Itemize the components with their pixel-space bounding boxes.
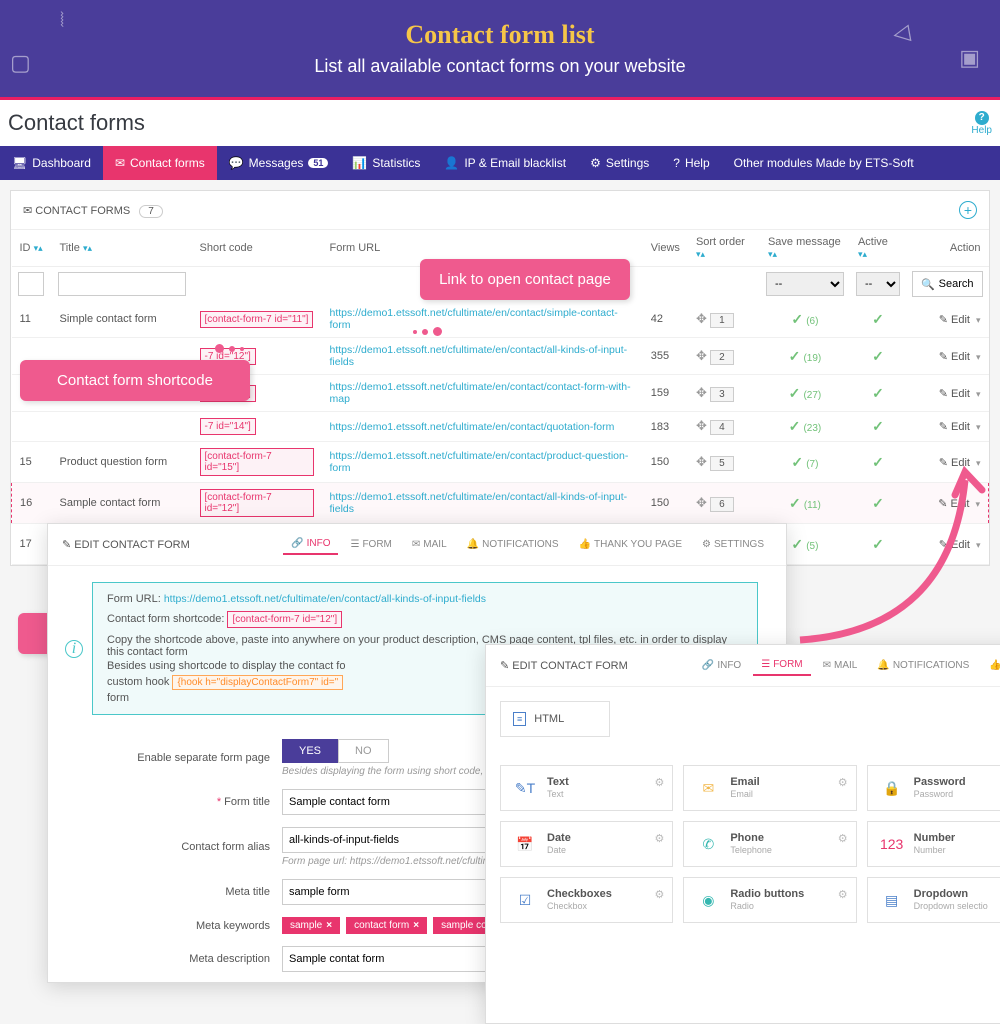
panel-header: ✉ CONTACT FORMS 7 + (11, 191, 989, 230)
subtab-info[interactable]: 🔗 INFO (283, 534, 338, 555)
banner-title: Contact form list (405, 20, 594, 50)
widget-radio-buttons[interactable]: ◉ Radio buttonsRadio ⚙ (683, 877, 856, 923)
gear-icon[interactable]: ⚙ (838, 888, 848, 901)
table-row[interactable]: 15 Product question form [contact-form-7… (12, 442, 989, 483)
info-icon: i (65, 640, 83, 658)
tab-statistics[interactable]: 📊Statistics (340, 146, 432, 180)
edit-button[interactable]: ✎ Edit (939, 388, 970, 400)
gear-icon[interactable]: ⚙ (654, 888, 664, 901)
messages-count: 51 (308, 158, 328, 168)
meta-title-input[interactable] (282, 879, 512, 905)
html-icon: ≡ (513, 712, 526, 726)
html-widget[interactable]: ≡ HTML (500, 701, 610, 737)
tab-settings[interactable]: ⚙Settings (578, 146, 661, 180)
filter-active[interactable]: -- (856, 272, 900, 296)
tab-other[interactable]: Other modules Made by ETS-Soft (722, 146, 926, 180)
pencil-icon: ✎ (62, 539, 71, 551)
widget-checkboxes[interactable]: ☑ CheckboxesCheckbox ⚙ (500, 877, 673, 923)
form-builder-panel: ✎ EDIT CONTACT FORM 🔗 INFO ☰ FORM ✉ MAIL… (485, 644, 1000, 1024)
filter-id[interactable] (18, 272, 44, 296)
subtab-thankyou[interactable]: 👍 THAN (981, 655, 1000, 676)
search-button[interactable]: 🔍 Search (912, 271, 983, 297)
deco-icon: ⦚ (60, 10, 64, 33)
chat-icon: 💬 (229, 156, 244, 170)
page-header: Contact forms ? Help (0, 100, 1000, 146)
monitor-icon: 🖥 (12, 156, 27, 170)
chart-icon: 📊 (352, 156, 367, 170)
form-alias-input[interactable] (282, 827, 512, 853)
subtab-notifications[interactable]: 🔔 NOTIFICATIONS (869, 655, 977, 676)
widget-email[interactable]: ✉ EmailEmail ⚙ (683, 765, 856, 811)
pencil-icon: ✎ (500, 660, 509, 672)
subtab-thankyou[interactable]: 👍 THANK YOU PAGE (571, 534, 690, 555)
table-row[interactable]: -7 id="14"] https://demo1.etssoft.net/cf… (12, 412, 989, 442)
subtab-mail[interactable]: ✉ MAIL (815, 655, 866, 676)
form-title-input[interactable] (282, 789, 512, 815)
mail-icon: ✉ (115, 156, 125, 170)
edit-button[interactable]: ✎ Edit (939, 314, 970, 326)
deco-icon: ▢ (10, 50, 31, 76)
tab-contact-forms[interactable]: ✉Contact forms (103, 146, 217, 180)
edit-button[interactable]: ✎ Edit (939, 539, 970, 551)
banner: ▢ ⦚ ◁ ▣ Contact form list List all avail… (0, 0, 1000, 100)
subtab-info[interactable]: 🔗 INFO (694, 655, 749, 676)
gear-icon[interactable]: ⚙ (838, 832, 848, 845)
mail-icon: ✉ (23, 205, 32, 217)
widget-text[interactable]: ✎T TextText ⚙ (500, 765, 673, 811)
widget-dropdown[interactable]: ▤ DropdownDropdown selectio ⚙ (867, 877, 1000, 923)
edit-button[interactable]: ✎ Edit (939, 351, 970, 363)
meta-desc-input[interactable] (282, 946, 512, 972)
panel-count: 7 (139, 205, 163, 218)
help-icon: ? (673, 156, 680, 170)
subtab-settings[interactable]: ⚙ SETTINGS (694, 534, 772, 555)
gear-icon: ⚙ (590, 156, 601, 170)
tab-help[interactable]: ?Help (661, 146, 721, 180)
widget-number[interactable]: 123 NumberNumber ⚙ (867, 821, 1000, 867)
help-link[interactable]: ? Help (971, 111, 992, 136)
callout-link: Link to open contact page (420, 259, 630, 300)
tab-dashboard[interactable]: 🖥Dashboard (0, 146, 103, 180)
deco-icon: ▣ (959, 45, 980, 71)
callout-shortcode: Contact form shortcode (20, 360, 250, 401)
subtab-form[interactable]: ☰ FORM (342, 534, 399, 555)
help-icon: ? (975, 111, 989, 125)
table-row[interactable]: 16 Sample contact form [contact-form-7 i… (12, 483, 989, 524)
edit-button[interactable]: ✎ Edit (938, 498, 969, 510)
banner-subtitle: List all available contact forms on your… (314, 56, 685, 77)
widget-password[interactable]: 🔒 PasswordPassword ⚙ (867, 765, 1000, 811)
widget-date[interactable]: 📅 DateDate ⚙ (500, 821, 673, 867)
user-icon: 👤 (444, 156, 459, 170)
edit-button[interactable]: ✎ Edit (939, 421, 970, 433)
gear-icon[interactable]: ⚙ (838, 776, 848, 789)
gear-icon[interactable]: ⚙ (654, 776, 664, 789)
gear-icon[interactable]: ⚙ (654, 832, 664, 845)
subtab-notifications[interactable]: 🔔 NOTIFICATIONS (459, 534, 567, 555)
tab-messages[interactable]: 💬Messages51 (217, 146, 341, 180)
add-button[interactable]: + (959, 201, 977, 219)
subtab-mail[interactable]: ✉ MAIL (404, 534, 455, 555)
tab-blacklist[interactable]: 👤IP & Email blacklist (432, 146, 578, 180)
page-title: Contact forms (8, 110, 145, 136)
nav-tabs: 🖥Dashboard ✉Contact forms 💬Messages51 📊S… (0, 146, 1000, 180)
edit-button[interactable]: ✎ Edit (939, 457, 970, 469)
table-row[interactable]: 11 Simple contact form [contact-form-7 i… (12, 301, 989, 338)
filter-save[interactable]: -- (766, 272, 844, 296)
deco-icon: ◁ (891, 19, 912, 48)
widget-phone[interactable]: ✆ PhoneTelephone ⚙ (683, 821, 856, 867)
filter-title[interactable] (58, 272, 186, 296)
subtab-form[interactable]: ☰ FORM (753, 655, 810, 676)
